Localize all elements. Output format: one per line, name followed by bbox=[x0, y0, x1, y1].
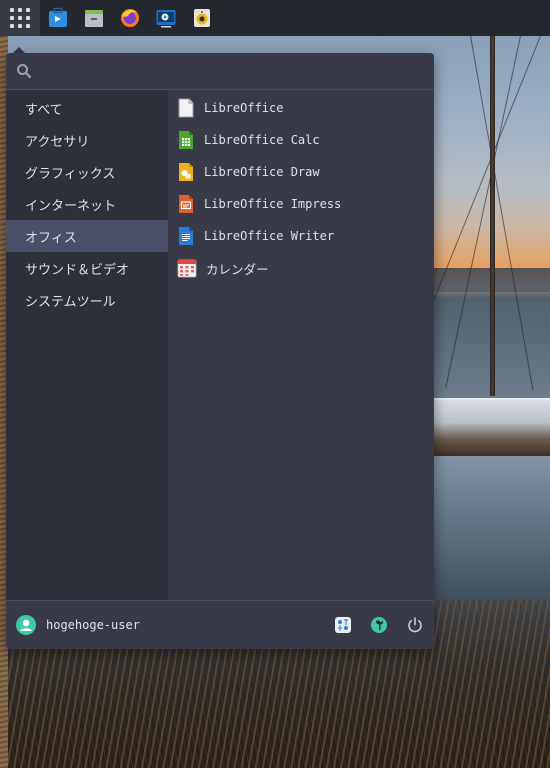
top-panel bbox=[0, 0, 550, 36]
app-libreoffice[interactable]: LibreOffice bbox=[168, 92, 434, 124]
app-calendar[interactable]: カレンダー bbox=[168, 252, 434, 284]
launcher-firefox[interactable] bbox=[112, 0, 148, 36]
category-label: インターネット bbox=[25, 198, 117, 214]
calendar-icon bbox=[177, 259, 197, 278]
launcher-media-player[interactable] bbox=[148, 0, 184, 36]
search-bar bbox=[6, 53, 434, 90]
category-office[interactable]: オフィス bbox=[6, 220, 168, 252]
category-label: アクセサリ bbox=[25, 134, 90, 150]
libreoffice-calc-icon bbox=[179, 131, 193, 149]
category-accessories[interactable]: アクセサリ bbox=[6, 124, 168, 156]
wallpaper-mast bbox=[490, 36, 495, 396]
app-libreoffice-impress[interactable]: LibreOffice Impress bbox=[168, 188, 434, 220]
category-sound-video[interactable]: サウンド＆ビデオ bbox=[6, 252, 168, 284]
launcher-speaker[interactable] bbox=[184, 0, 220, 36]
media-player-icon bbox=[156, 10, 176, 28]
category-label: サウンド＆ビデオ bbox=[25, 262, 130, 278]
app-list: LibreOffice LibreOffice Calc LibreOffice… bbox=[168, 90, 434, 600]
menu-footer: hogehoge-user bbox=[6, 600, 434, 649]
system-settings-button[interactable] bbox=[368, 614, 390, 636]
app-libreoffice-writer[interactable]: LibreOffice Writer bbox=[168, 220, 434, 252]
category-label: オフィス bbox=[25, 230, 77, 246]
settings-panel-icon bbox=[335, 617, 351, 633]
search-input[interactable] bbox=[40, 56, 426, 86]
software-store-icon bbox=[49, 7, 67, 27]
app-libreoffice-draw[interactable]: LibreOffice Draw bbox=[168, 156, 434, 188]
category-graphics[interactable]: グラフィックス bbox=[6, 156, 168, 188]
category-list: すべて アクセサリ グラフィックス インターネット オフィス サウンド＆ビデオ … bbox=[6, 90, 168, 600]
libreoffice-impress-icon bbox=[179, 195, 193, 213]
libreoffice-writer-icon bbox=[179, 227, 193, 245]
category-internet[interactable]: インターネット bbox=[6, 188, 168, 220]
launcher-software-store[interactable] bbox=[40, 0, 76, 36]
power-button[interactable] bbox=[404, 614, 426, 636]
app-label: LibreOffice Impress bbox=[204, 197, 342, 211]
app-label: LibreOffice Calc bbox=[204, 133, 320, 147]
wrench-icon bbox=[371, 617, 387, 633]
app-label: LibreOffice Writer bbox=[204, 229, 335, 243]
settings-panel-button[interactable] bbox=[332, 614, 354, 636]
category-label: グラフィックス bbox=[25, 166, 116, 182]
speaker-icon bbox=[194, 9, 210, 27]
category-all[interactable]: すべて bbox=[6, 92, 168, 124]
category-label: システムツール bbox=[25, 294, 116, 310]
app-label: カレンダー bbox=[206, 261, 269, 277]
libreoffice-icon bbox=[178, 98, 194, 118]
user-avatar-icon[interactable] bbox=[16, 615, 36, 635]
file-archive-icon bbox=[85, 10, 103, 27]
category-system-tools[interactable]: システムツール bbox=[6, 284, 168, 316]
launcher-file-archive[interactable] bbox=[76, 0, 112, 36]
firefox-icon bbox=[121, 9, 139, 27]
app-label: LibreOffice bbox=[204, 101, 284, 115]
username: hogehoge-user bbox=[46, 618, 140, 632]
category-label: すべて bbox=[25, 102, 63, 118]
wallpaper-boat-hull bbox=[434, 398, 550, 456]
application-menu: すべて アクセサリ グラフィックス インターネット オフィス サウンド＆ビデオ … bbox=[6, 53, 434, 649]
libreoffice-draw-icon bbox=[179, 163, 193, 181]
search-icon bbox=[17, 64, 32, 79]
app-grid-icon bbox=[10, 8, 30, 28]
app-menu-button[interactable] bbox=[0, 0, 40, 36]
power-icon bbox=[408, 617, 422, 633]
app-label: LibreOffice Draw bbox=[204, 165, 320, 179]
app-libreoffice-calc[interactable]: LibreOffice Calc bbox=[168, 124, 434, 156]
